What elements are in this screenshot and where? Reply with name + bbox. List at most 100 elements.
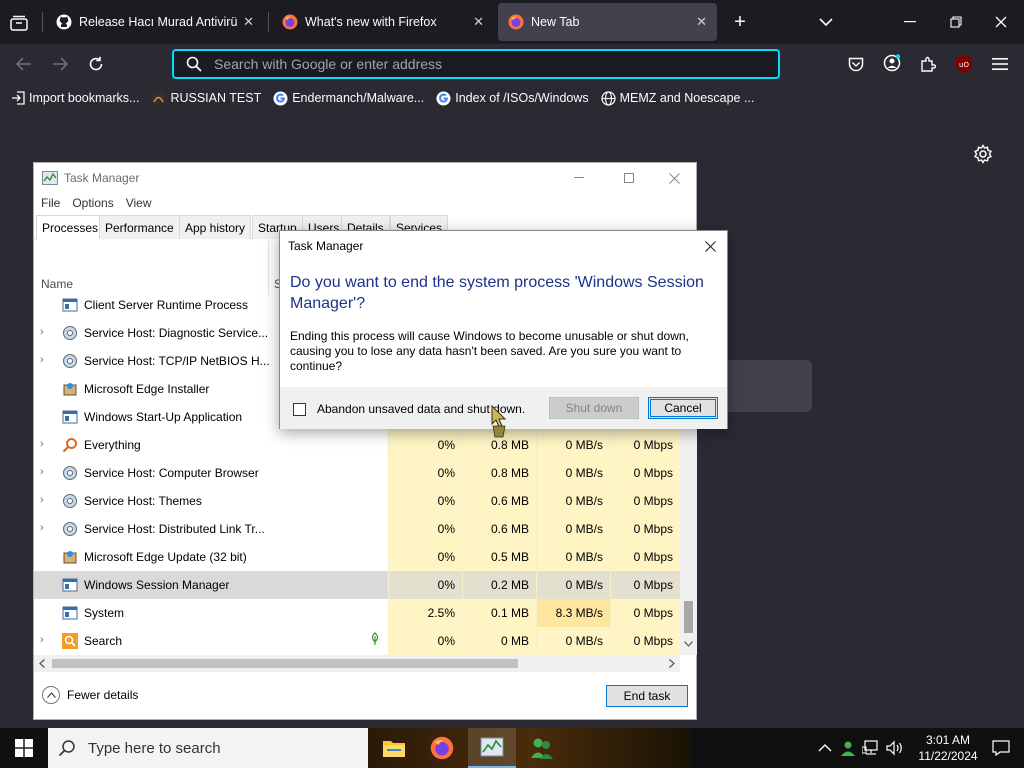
column-name[interactable]: Name xyxy=(41,277,73,291)
tab-label: Release Hacı Murad Antivirüs B xyxy=(79,15,238,29)
menu-options[interactable]: Options xyxy=(72,196,113,210)
new-tab-button[interactable]: + xyxy=(730,11,750,33)
close-window-icon[interactable] xyxy=(991,12,1011,32)
process-name: Microsoft Edge Installer xyxy=(84,382,210,396)
minimize-icon[interactable] xyxy=(556,163,602,193)
extensions-icon[interactable] xyxy=(918,54,938,74)
table-row[interactable]: › Service Host: Themes 0% 0.6 MB 0 MB/s 0 Mbp… xyxy=(34,487,680,515)
file-explorer-app[interactable] xyxy=(370,728,418,768)
search-icon xyxy=(58,740,75,757)
bookmark-russian-test[interactable]: RUSSIAN TEST xyxy=(151,91,261,106)
volume-icon[interactable] xyxy=(886,740,904,756)
close-icon[interactable] xyxy=(651,163,697,193)
process-name: Microsoft Edge Update (32 bit) xyxy=(84,550,247,564)
expand-arrow-icon[interactable]: › xyxy=(40,522,44,534)
tab-app-history[interactable]: App history xyxy=(179,215,252,239)
user-status-icon[interactable] xyxy=(840,740,856,756)
close-icon[interactable] xyxy=(699,235,721,257)
gear-icon[interactable] xyxy=(973,144,993,164)
user-app[interactable] xyxy=(518,728,566,768)
system-tray: 3:01 AM 11/22/2024 xyxy=(818,728,1024,768)
menu-view[interactable]: View xyxy=(126,196,152,210)
start-button[interactable] xyxy=(0,728,48,768)
expand-arrow-icon[interactable]: › xyxy=(40,466,44,478)
notifications-icon[interactable] xyxy=(992,740,1010,756)
scroll-thumb[interactable] xyxy=(52,659,518,668)
clock[interactable]: 3:01 AM 11/22/2024 xyxy=(908,732,988,764)
scroll-right-icon[interactable] xyxy=(669,659,675,668)
firefox-app[interactable] xyxy=(418,728,466,768)
forward-arrow-icon[interactable] xyxy=(50,54,70,74)
expand-arrow-icon[interactable]: › xyxy=(40,354,44,366)
bookmark-label: Import bookmarks... xyxy=(29,91,140,105)
maximize-icon[interactable] xyxy=(606,163,652,193)
bookmark-import[interactable]: Import bookmarks... xyxy=(10,91,139,106)
table-row[interactable]: Windows Session Manager 0% 0.2 MB 0 MB/s 0 M… xyxy=(34,571,680,599)
close-tab-icon[interactable]: ✕ xyxy=(473,14,484,30)
tab-new-tab[interactable]: New Tab ✕ xyxy=(498,3,717,41)
fewer-details-button[interactable]: Fewer details xyxy=(42,686,138,704)
chevron-up-icon[interactable] xyxy=(818,744,832,752)
end-task-button[interactable]: End task xyxy=(606,685,688,707)
task-manager-icon xyxy=(480,737,504,757)
scroll-left-icon[interactable] xyxy=(39,659,45,668)
expand-arrow-icon[interactable]: › xyxy=(40,634,44,646)
scroll-thumb[interactable] xyxy=(684,601,693,633)
menu-file[interactable]: File xyxy=(41,196,60,210)
tab-performance[interactable]: Performance xyxy=(99,215,180,239)
expand-arrow-icon[interactable]: › xyxy=(40,326,44,338)
bookmark-label: RUSSIAN TEST xyxy=(170,91,262,105)
chevron-down-icon[interactable] xyxy=(816,12,836,32)
table-row[interactable]: System 2.5% 0.1 MB 8.3 MB/s 0 Mbps xyxy=(34,599,680,627)
taskbar-search-box[interactable]: Type here to search xyxy=(48,728,368,768)
close-tab-icon[interactable]: ✕ xyxy=(243,14,254,30)
tab-separator xyxy=(268,12,269,32)
network-cell: 0 Mbps xyxy=(610,599,680,627)
process-name: Windows Start-Up Application xyxy=(84,410,243,424)
table-row[interactable]: Microsoft Edge Update (32 bit) 0% 0.5 MB 0 … xyxy=(34,543,680,571)
cpu-cell: 0% xyxy=(388,487,462,515)
bookmark-memz[interactable]: MEMZ and Noescape ... xyxy=(601,90,754,106)
bookmark-isos[interactable]: Index of /ISOs/Windows xyxy=(436,91,589,106)
url-bar[interactable]: Search with Google or enter address xyxy=(172,49,780,79)
scroll-down-icon[interactable] xyxy=(684,641,693,647)
tab-separator xyxy=(42,12,43,32)
shut-down-button[interactable]: Shut down xyxy=(549,397,639,419)
cancel-button[interactable]: Cancel xyxy=(648,397,718,419)
column-divider[interactable] xyxy=(268,240,269,295)
tab-list-icon[interactable] xyxy=(8,12,30,34)
globe-icon xyxy=(601,90,616,106)
table-row[interactable]: › Search 0% 0 MB 0 MB/s 0 Mbps xyxy=(34,627,680,655)
horizontal-scrollbar[interactable] xyxy=(34,655,680,672)
memory-cell: 0.6 MB xyxy=(462,515,536,543)
bookmark-label: Index of /ISOs/Windows xyxy=(455,91,589,105)
expand-arrow-icon[interactable]: › xyxy=(40,494,44,506)
cpu-cell: 0% xyxy=(388,459,462,487)
gear-icon xyxy=(62,325,78,341)
minimize-icon[interactable] xyxy=(900,12,920,32)
reload-icon[interactable] xyxy=(86,54,106,74)
expand-arrow-icon[interactable]: › xyxy=(40,438,44,450)
hamburger-menu-icon[interactable] xyxy=(990,54,1010,74)
table-row[interactable]: › Everything 0% 0.8 MB 0 MB/s 0 Mbps xyxy=(34,431,680,459)
tab-release[interactable]: Release Hacı Murad Antivirüs B ✕ xyxy=(46,3,264,41)
restore-icon[interactable] xyxy=(946,12,966,32)
task-manager-app[interactable] xyxy=(468,728,516,768)
network-cell: 0 Mbps xyxy=(610,459,680,487)
tab-whats-new[interactable]: What's new with Firefox ✕ xyxy=(272,3,494,41)
dialog-question: Do you want to end the system process 'W… xyxy=(290,274,704,312)
network-icon[interactable] xyxy=(862,740,880,756)
back-arrow-icon[interactable] xyxy=(14,54,34,74)
pocket-icon[interactable] xyxy=(846,54,866,74)
clock-time: 3:01 AM xyxy=(925,733,971,747)
installer-icon xyxy=(62,549,78,565)
abandon-data-checkbox[interactable] xyxy=(293,403,306,416)
tab-processes[interactable]: Processes xyxy=(36,215,105,240)
bookmark-endermanch[interactable]: Endermanch/Malware... xyxy=(273,91,424,106)
firefox-icon xyxy=(430,736,454,760)
close-tab-icon[interactable]: ✕ xyxy=(696,14,707,30)
ublock-icon[interactable]: uO xyxy=(954,53,974,75)
account-icon[interactable] xyxy=(882,53,902,73)
table-row[interactable]: › Service Host: Distributed Link Tr... 0% 0… xyxy=(34,515,680,543)
table-row[interactable]: › Service Host: Computer Browser 0% 0.8 MB 0… xyxy=(34,459,680,487)
